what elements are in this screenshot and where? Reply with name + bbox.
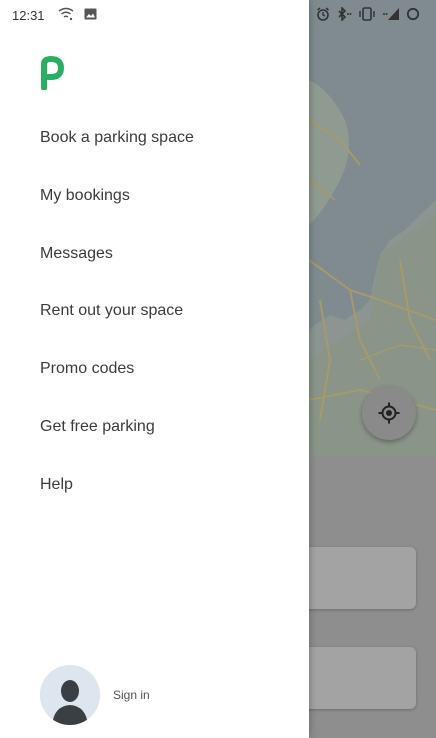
image-icon — [84, 8, 97, 20]
wifi-question-icon — [58, 7, 74, 21]
menu-item-rent-out[interactable]: Rent out your space — [0, 282, 309, 340]
status-bar: 12:31 — [0, 0, 436, 34]
locate-button[interactable] — [362, 386, 416, 440]
parking-logo-icon — [41, 56, 65, 90]
status-left-icons — [58, 7, 97, 21]
sign-in-button[interactable]: Sign in — [40, 665, 150, 725]
avatar — [40, 665, 100, 725]
sign-in-label: Sign in — [113, 688, 150, 702]
menu-item-messages[interactable]: Messages — [0, 225, 309, 283]
result-card[interactable] — [296, 547, 416, 609]
status-time: 12:31 — [12, 8, 45, 23]
menu-item-my-bookings[interactable]: My bookings — [0, 167, 309, 225]
drawer-menu: Book a parking space My bookings Message… — [0, 109, 309, 514]
menu-item-book-parking[interactable]: Book a parking space — [0, 109, 309, 167]
menu-item-promo-codes[interactable]: Promo codes — [0, 340, 309, 398]
menu-item-free-parking[interactable]: Get free parking — [0, 398, 309, 456]
navigation-drawer: 12:31 Book a parking space My bookings M… — [0, 0, 309, 738]
menu-item-help[interactable]: Help — [0, 456, 309, 514]
crosshair-locate-icon — [378, 402, 400, 424]
result-card[interactable] — [296, 647, 416, 709]
user-avatar-icon — [40, 665, 100, 725]
